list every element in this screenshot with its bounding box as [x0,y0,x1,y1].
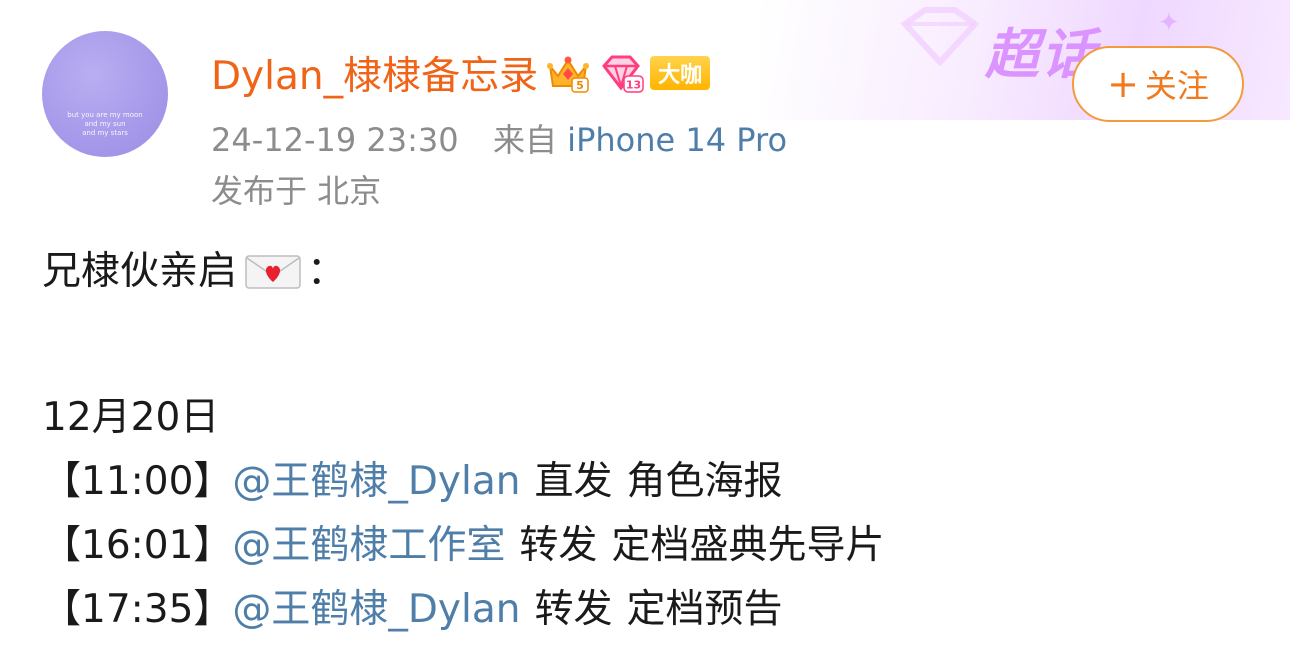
post-meta: 24-12-19 23:30 来自 iPhone 14 Pro [211,115,787,161]
mention-link[interactable]: @王鹤棣_Dylan [232,450,520,514]
diamond-decor-icon [900,7,980,66]
plus-icon: + [1107,62,1139,106]
mention-link[interactable]: @王鹤棣_Dylan [232,578,520,642]
crown-icon[interactable]: 5 [546,52,590,94]
source-prefix: 来自 [492,121,557,159]
follow-button[interactable]: + 关注 [1072,46,1244,122]
follow-label: 关注 [1144,67,1209,105]
schedule-action: 转发 [534,587,613,632]
avatar-caption-line: and my sun [84,120,126,128]
username-row: Dylan_棣棣备忘录 5 13 大咖 [211,45,711,101]
gem-icon[interactable]: 13 [598,52,644,94]
mention-link[interactable]: @王鹤棣工作室 [232,514,505,578]
date-line: 12月20日 [42,395,220,440]
greeting-suffix: ： [307,249,347,294]
timestamp: 24-12-19 23:30 [211,121,459,159]
greeting-line: 兄棣伙亲启 ： [42,240,884,304]
location: 发布于 北京 [211,172,382,210]
avatar-caption: but you are my moon and my sun and my st… [42,111,168,138]
source-device[interactable]: iPhone 14 Pro [567,121,787,159]
dk-badge[interactable]: 大咖 [650,56,711,90]
avatar-caption-line: but you are my moon [67,111,143,119]
avatar-caption-line: and my stars [82,129,128,137]
love-letter-icon [245,254,301,290]
schedule-time: 【16:01】 [42,523,233,568]
post-content: 兄棣伙亲启 ： 12月20日 【11:00】 @王鹤棣_Dylan 直发 角色海… [42,240,884,642]
gem-level: 13 [626,79,641,92]
schedule-item-name: 定档盛典先导片 [611,523,885,568]
schedule-item: 【11:00】 @王鹤棣_Dylan 直发 角色海报 [42,450,884,514]
schedule-time: 【11:00】 [42,459,233,504]
crown-level: 5 [576,79,584,92]
greeting-text: 兄棣伙亲启 [42,249,238,294]
schedule-time: 【17:35】 [42,587,233,632]
schedule-item-name: 定档预告 [626,587,783,632]
schedule-action: 直发 [534,459,613,504]
sparkle-icon: ✦ [1158,8,1180,38]
username[interactable]: Dylan_棣棣备忘录 [211,45,538,101]
avatar[interactable]: but you are my moon and my sun and my st… [42,31,168,157]
schedule-item: 【17:35】 @王鹤棣_Dylan 转发 定档预告 [42,578,884,642]
schedule-action: 转发 [519,523,598,568]
schedule-item-name: 角色海报 [626,459,783,504]
schedule-item: 【16:01】 @王鹤棣工作室 转发 定档盛典先导片 [42,514,884,578]
